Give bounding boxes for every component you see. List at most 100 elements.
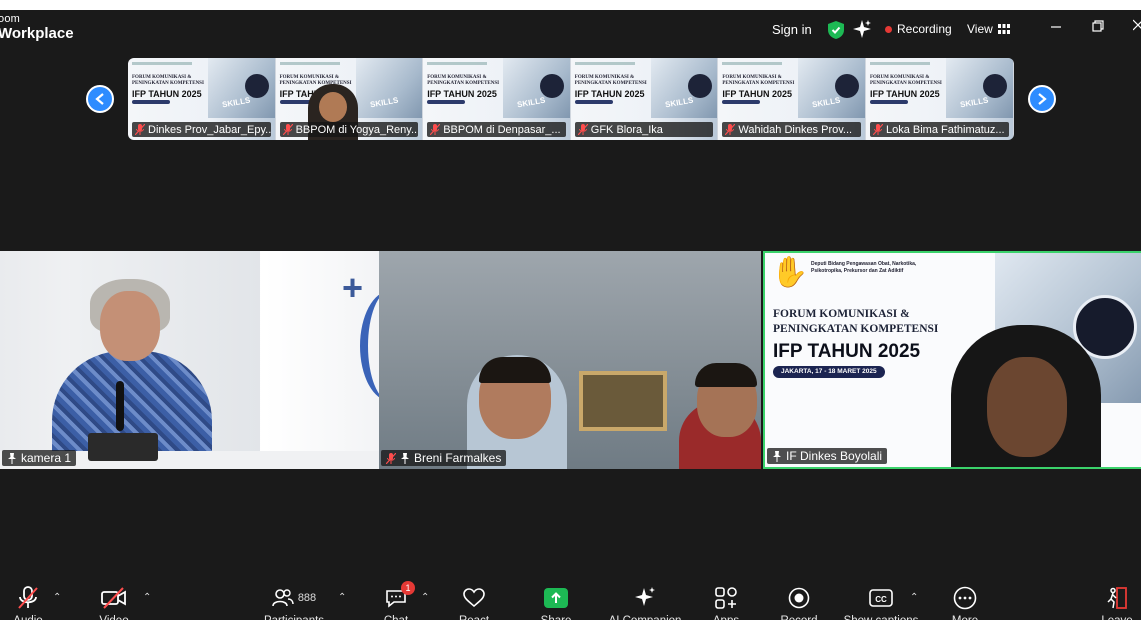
view-button[interactable]: View bbox=[967, 22, 1010, 36]
slide-circle bbox=[540, 74, 565, 98]
captions-options-chevron-icon[interactable]: ⌃ bbox=[910, 592, 918, 603]
slide-header-bar bbox=[574, 62, 635, 65]
mic-muted-icon bbox=[135, 124, 145, 135]
participant-name-label: Loka Bima Fathimatuz... bbox=[869, 122, 1009, 137]
slide-circle bbox=[245, 74, 269, 98]
recording-dot-icon bbox=[885, 25, 892, 33]
participant-thumbnail[interactable]: FORUM KOMUNIKASI & PENINGKATAN KOMPETENS… bbox=[865, 58, 1014, 140]
slide-header-bar bbox=[279, 62, 340, 65]
chat-options-chevron-icon[interactable]: ⌃ bbox=[421, 592, 429, 603]
app-brand: oom Workplace bbox=[0, 14, 74, 42]
ai-sparkle-icon bbox=[633, 585, 657, 611]
raised-hand-icon: ✋ bbox=[771, 256, 809, 289]
audio-options-chevron-icon[interactable]: ⌃ bbox=[53, 592, 61, 603]
slide-forum-text: FORUM KOMUNIKASI & PENINGKATAN KOMPETENS… bbox=[574, 75, 647, 86]
slide-forum-title: FORUM KOMUNIKASI & PENINGKATAN KOMPETENS… bbox=[773, 307, 938, 337]
slide-forum-text: FORUM KOMUNIKASI & PENINGKATAN KOMPETENS… bbox=[722, 75, 795, 86]
mic-muted-icon bbox=[872, 124, 883, 135]
wall-painting bbox=[579, 371, 667, 431]
participants-count: 888 bbox=[297, 592, 317, 604]
participant-name: BBPOM di Denpasar_... bbox=[443, 123, 561, 136]
sign-in-button[interactable]: Sign in bbox=[772, 22, 812, 37]
chevron-right-icon bbox=[1038, 93, 1047, 105]
participant-name-label: BBPOM di Denpasar_... bbox=[427, 122, 566, 137]
record-icon bbox=[788, 585, 810, 611]
participant-name-label: GFK Blora_Ika bbox=[574, 122, 714, 137]
captions-icon: CC bbox=[869, 585, 893, 611]
gallery-strip: FORUM KOMUNIKASI & PENINGKATAN KOMPETENS… bbox=[128, 58, 1014, 140]
video-off-icon bbox=[101, 585, 127, 611]
slide-circle bbox=[687, 74, 712, 98]
gallery-next-button[interactable] bbox=[1028, 85, 1056, 113]
tile-name-label: kamera 1 bbox=[2, 450, 77, 466]
view-label: View bbox=[967, 22, 993, 36]
participant-thumbnail[interactable]: FORUM KOMUNIKASI & PENINGKATAN KOMPETENS… bbox=[570, 58, 719, 140]
microphone-stand bbox=[116, 381, 124, 431]
participant-face bbox=[987, 357, 1067, 457]
participant-name: GFK Blora_Ika bbox=[590, 123, 663, 136]
minimize-icon[interactable] bbox=[1050, 20, 1062, 32]
recording-indicator[interactable]: Recording bbox=[885, 22, 952, 36]
tile-name: Breni Farmalkes bbox=[414, 451, 502, 465]
slide-header-text: Deputi Bidang Pengawasan Obat, Narkotika… bbox=[811, 261, 917, 274]
slide-forum-text: FORUM KOMUNIKASI & PENINGKATAN KOMPETENS… bbox=[869, 75, 942, 86]
video-tile-kamera-1[interactable]: + kamera 1 bbox=[0, 251, 379, 469]
mic-muted-icon bbox=[577, 124, 588, 135]
participant-thumbnail[interactable]: FORUM KOMUNIKASI & PENINGKATAN KOMPETENS… bbox=[718, 58, 866, 140]
share-screen-icon bbox=[544, 585, 568, 611]
slide-ifp-text: IFP TAHUN 2025 bbox=[574, 89, 645, 99]
recording-label: Recording bbox=[897, 22, 952, 36]
grid-view-icon bbox=[997, 24, 1010, 34]
top-edge bbox=[0, 0, 1141, 10]
slide-forum-text: FORUM KOMUNIKASI & PENINGKATAN KOMPETENS… bbox=[279, 75, 352, 86]
security-shield-icon[interactable] bbox=[828, 21, 844, 39]
video-options-chevron-icon[interactable]: ⌃ bbox=[143, 592, 151, 603]
participant-name-label: Dinkes Prov_Jabar_Epy... bbox=[132, 122, 271, 137]
heart-icon bbox=[463, 585, 485, 611]
mic-muted-icon bbox=[386, 452, 396, 464]
slide-header-bar bbox=[722, 62, 783, 65]
participant-hair-1 bbox=[479, 357, 551, 383]
slide-header-bar bbox=[427, 62, 488, 65]
ai-sparkle-icon[interactable] bbox=[853, 20, 871, 38]
close-icon[interactable] bbox=[1133, 19, 1141, 31]
participant-name: Wahidah Dinkes Prov... bbox=[738, 123, 853, 136]
svg-text:CC: CC bbox=[875, 595, 887, 604]
pin-icon bbox=[401, 452, 409, 464]
slide-ifp-text: IFP TAHUN 2025 bbox=[132, 89, 202, 99]
plus-logo-icon: + bbox=[342, 267, 364, 308]
restore-icon[interactable] bbox=[1092, 20, 1104, 32]
slide-date-pill bbox=[427, 100, 466, 104]
brand-line2: Workplace bbox=[0, 25, 74, 42]
gallery-prev-button[interactable] bbox=[86, 85, 114, 113]
mic-muted-icon bbox=[725, 124, 736, 135]
slide-date-pill bbox=[722, 100, 761, 104]
slide-header-bar bbox=[132, 62, 192, 65]
video-tile-breni-farmalkes[interactable]: Breni Farmalkes bbox=[379, 251, 761, 469]
chat-icon: 1 bbox=[385, 581, 415, 611]
slide-ifp-text: IFP TAHUN 2025 bbox=[869, 89, 940, 99]
video-tile-if-dinkes-boyolali[interactable]: ✋ Deputi Bidang Pengawasan Obat, Narkoti… bbox=[763, 251, 1141, 469]
tile-name: kamera 1 bbox=[21, 451, 72, 465]
slide-forum-text: FORUM KOMUNIKASI & PENINGKATAN KOMPETENS… bbox=[132, 75, 204, 86]
bottom-edge bbox=[0, 620, 1141, 630]
participants-options-chevron-icon[interactable]: ⌃ bbox=[338, 592, 346, 603]
slide-date-pill bbox=[132, 100, 170, 104]
participants-icon: 888 bbox=[272, 585, 316, 611]
slide-header-bar bbox=[869, 62, 930, 65]
slide-forum-text: FORUM KOMUNIKASI & PENINGKATAN KOMPETENS… bbox=[427, 75, 500, 86]
slide-forum-line2: PENINGKATAN KOMPETENSI bbox=[773, 322, 939, 335]
pin-icon bbox=[773, 450, 781, 462]
more-icon bbox=[953, 585, 977, 611]
slide-circle bbox=[982, 74, 1007, 98]
participant-name-label: Wahidah Dinkes Prov... bbox=[722, 122, 861, 137]
participant-thumbnail[interactable]: FORUM KOMUNIKASI & PENINGKATAN KOMPETENS… bbox=[128, 58, 276, 140]
slide-date-pill bbox=[869, 100, 908, 104]
zoom-window: oom Workplace Sign in Recording View FOR… bbox=[0, 10, 1141, 630]
slide-ifp-text: IFP TAHUN 2025 bbox=[427, 89, 497, 99]
mic-muted-icon bbox=[282, 124, 293, 135]
apps-icon bbox=[715, 585, 737, 611]
slide-graphic bbox=[355, 58, 423, 118]
participant-thumbnail[interactable]: FORUM KOMUNIKASI & PENINGKATAN KOMPETENS… bbox=[423, 58, 571, 140]
participant-thumbnail[interactable]: FORUM KOMUNIKASI & PENINGKATAN KOMPETENS… bbox=[275, 58, 424, 140]
